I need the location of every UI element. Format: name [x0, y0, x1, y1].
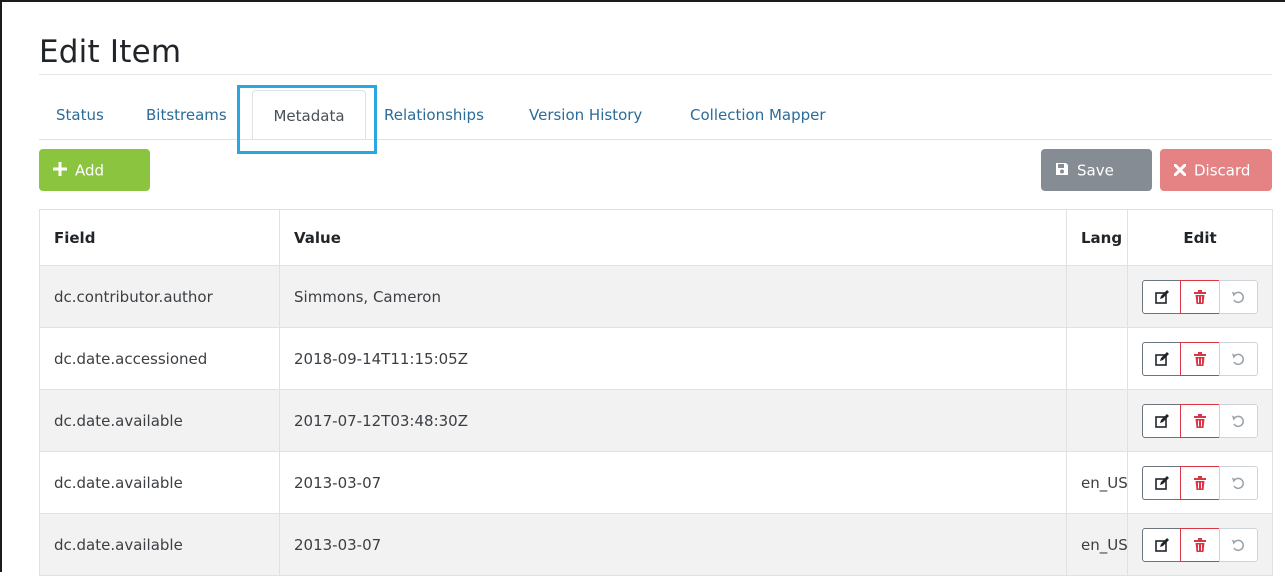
edit-icon	[1154, 351, 1169, 366]
value-cell: 2018-09-14T11:15:05Z	[279, 327, 1067, 390]
edit-icon	[1154, 537, 1169, 552]
tab-relationships[interactable]: Relationships	[384, 90, 484, 140]
edit-icon	[1154, 413, 1169, 428]
edit-cell	[1127, 389, 1273, 452]
undo-button[interactable]	[1218, 341, 1258, 376]
delete-button[interactable]	[1180, 403, 1220, 438]
tab-version-history[interactable]: Version History	[529, 90, 642, 140]
undo-icon	[1232, 291, 1245, 303]
table-row: dc.date.available 2013-03-07 en_US	[39, 451, 1273, 514]
delete-button[interactable]	[1180, 341, 1220, 376]
field-cell: dc.date.accessioned	[39, 327, 280, 390]
undo-icon	[1232, 539, 1245, 551]
edit-cell	[1127, 265, 1273, 328]
table-row: dc.date.available 2013-03-07 en_US	[39, 513, 1273, 576]
table-header-row: Field Value Lang Edit	[39, 209, 1273, 266]
table-row: dc.contributor.author Simmons, Cameron	[39, 265, 1273, 328]
value-cell: 2013-03-07	[279, 513, 1067, 576]
undo-icon	[1232, 477, 1245, 489]
undo-button[interactable]	[1218, 527, 1258, 562]
edit-cell	[1127, 327, 1273, 390]
tab-bitstreams[interactable]: Bitstreams	[146, 90, 227, 140]
add-button-label: Add	[75, 161, 105, 180]
header-lang: Lang	[1066, 209, 1128, 266]
edit-button[interactable]	[1142, 403, 1182, 438]
header-value: Value	[279, 209, 1067, 266]
value-cell: Simmons, Cameron	[279, 265, 1067, 328]
row-action-group	[1142, 527, 1258, 562]
lang-cell: en_US	[1066, 513, 1128, 576]
floppy-disk-icon	[1055, 150, 1069, 192]
page-title: Edit Item	[39, 34, 182, 70]
title-divider	[39, 74, 1272, 75]
edit-button[interactable]	[1142, 341, 1182, 376]
field-cell: dc.date.available	[39, 389, 280, 452]
edit-button[interactable]	[1142, 279, 1182, 314]
delete-button[interactable]	[1180, 465, 1220, 500]
delete-button[interactable]	[1180, 527, 1220, 562]
table-row: dc.date.accessioned 2018-09-14T11:15:05Z	[39, 327, 1273, 390]
header-edit: Edit	[1127, 209, 1273, 266]
edit-icon	[1154, 289, 1169, 304]
add-button[interactable]: Add	[39, 149, 150, 191]
edit-button[interactable]	[1142, 465, 1182, 500]
tabs-divider	[39, 139, 1272, 140]
undo-button[interactable]	[1218, 403, 1258, 438]
discard-button-label: Discard	[1194, 161, 1251, 180]
edit-icon	[1154, 475, 1169, 490]
row-action-group	[1142, 279, 1258, 314]
tab-status[interactable]: Status	[56, 90, 104, 140]
window-left-border	[0, 0, 2, 572]
edit-button[interactable]	[1142, 527, 1182, 562]
window-top-border	[0, 0, 1285, 2]
plus-icon	[53, 150, 67, 192]
header-field: Field	[39, 209, 280, 266]
row-action-group	[1142, 465, 1258, 500]
table-row: dc.date.available 2017-07-12T03:48:30Z	[39, 389, 1273, 452]
edit-cell	[1127, 451, 1273, 514]
row-action-group	[1142, 403, 1258, 438]
metadata-table: Field Value Lang Edit dc.contributor.aut…	[39, 209, 1273, 576]
x-icon	[1173, 150, 1187, 192]
lang-cell	[1066, 389, 1128, 452]
discard-button[interactable]: Discard	[1160, 149, 1272, 191]
field-cell: dc.date.available	[39, 513, 280, 576]
field-cell: dc.contributor.author	[39, 265, 280, 328]
lang-cell: en_US	[1066, 451, 1128, 514]
undo-icon	[1232, 353, 1245, 365]
value-cell: 2013-03-07	[279, 451, 1067, 514]
edit-cell	[1127, 513, 1273, 576]
lang-cell	[1066, 327, 1128, 390]
tab-metadata[interactable]: Metadata	[252, 90, 366, 140]
lang-cell	[1066, 265, 1128, 328]
undo-button[interactable]	[1218, 279, 1258, 314]
undo-icon	[1232, 415, 1245, 427]
trash-icon	[1193, 289, 1206, 304]
value-cell: 2017-07-12T03:48:30Z	[279, 389, 1067, 452]
tab-collection-mapper[interactable]: Collection Mapper	[690, 90, 826, 140]
metadata-table-container: Field Value Lang Edit dc.contributor.aut…	[39, 209, 1273, 576]
trash-icon	[1193, 537, 1206, 552]
undo-button[interactable]	[1218, 465, 1258, 500]
field-cell: dc.date.available	[39, 451, 280, 514]
trash-icon	[1193, 475, 1206, 490]
delete-button[interactable]	[1180, 279, 1220, 314]
save-button-label: Save	[1077, 161, 1114, 180]
trash-icon	[1193, 413, 1206, 428]
row-action-group	[1142, 341, 1258, 376]
trash-icon	[1193, 351, 1206, 366]
save-button[interactable]: Save	[1041, 149, 1152, 191]
